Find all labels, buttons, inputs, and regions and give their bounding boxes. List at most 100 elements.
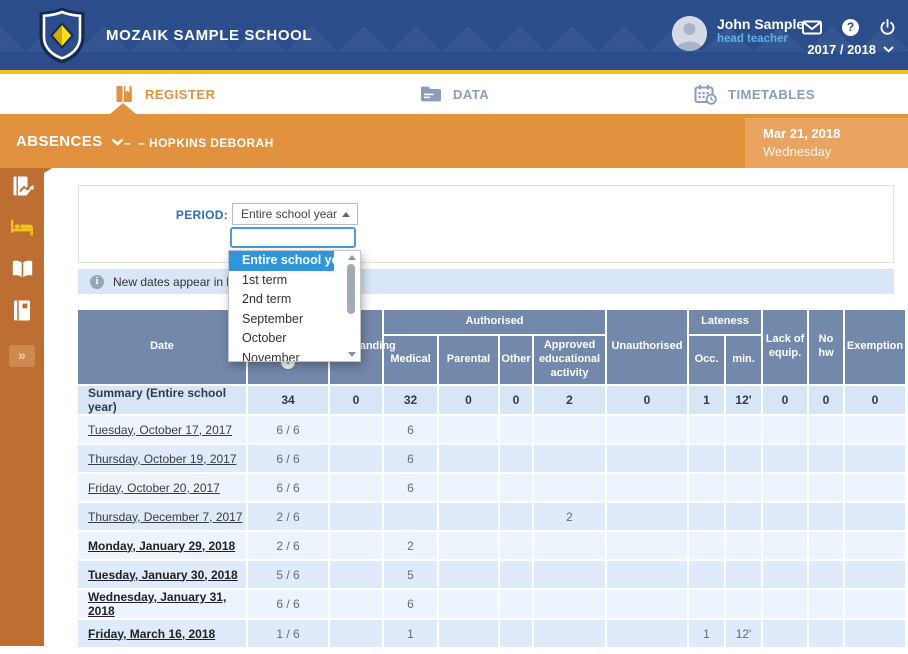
current-date: Mar 21, 2018 [763, 126, 840, 141]
value-cell [607, 590, 687, 618]
col-parental: Parental [439, 336, 498, 384]
school-logo [38, 7, 86, 64]
value-cell [689, 445, 724, 472]
value-cell [330, 532, 382, 559]
date-cell: Monday, January 29, 2018 [78, 532, 246, 559]
period-option[interactable]: Entire school year [229, 251, 334, 271]
scroll-up-icon[interactable] [348, 255, 356, 260]
user-name: John Sample [717, 16, 804, 33]
date-link[interactable]: Friday, March 16, 2018 [88, 627, 215, 641]
period-option[interactable]: 2nd term [229, 290, 334, 310]
value-cell [500, 620, 532, 647]
help-icon[interactable]: ? [842, 19, 859, 36]
absences-menu[interactable]: ABSENCES [16, 133, 124, 150]
value-cell [439, 445, 498, 472]
tab-register-label: REGISTER [145, 86, 215, 102]
tab-data[interactable]: DATA [420, 74, 489, 114]
register-journal-icon[interactable] [0, 175, 44, 204]
value-cell [330, 445, 382, 472]
col-exemption: Exemption [845, 310, 905, 384]
student-name: HOPKINS DEBORAH [149, 136, 274, 150]
date-link[interactable]: Tuesday, January 30, 2018 [88, 568, 238, 582]
value-cell [689, 532, 724, 559]
sidebar-expand-button[interactable]: » [9, 345, 35, 367]
dropdown-scrollbar[interactable] [345, 253, 358, 359]
value-cell: 6 [384, 590, 437, 618]
value-cell: 5 [384, 561, 437, 588]
period-option[interactable]: November [229, 349, 334, 363]
chevron-down-icon [111, 138, 124, 146]
date-cell: Summary (Entire school year) [78, 386, 246, 414]
current-date-panel[interactable]: Mar 21, 2018 Wednesday [745, 118, 908, 168]
value-cell [500, 474, 532, 501]
power-icon[interactable] [879, 19, 896, 36]
value-cell: 12' [726, 620, 761, 647]
current-weekday: Wednesday [763, 144, 831, 159]
value-cell [439, 416, 498, 443]
summary-row: Summary (Entire school year)340320020112… [78, 386, 905, 414]
value-cell [500, 590, 532, 618]
col-lack-of-equip: Lack of equip. [763, 310, 807, 384]
school-name: MOZAIK SAMPLE SCHOOL [106, 27, 312, 44]
value-cell: 6 / 6 [248, 474, 328, 501]
value-cell [330, 620, 382, 647]
period-option[interactable]: September [229, 310, 334, 330]
date-link[interactable]: Tuesday, October 17, 2017 [88, 423, 232, 437]
value-cell [845, 416, 905, 443]
school-year-select[interactable]: 2017 / 2018 [807, 42, 894, 57]
main-tab-bar: REGISTER DATA TIMETABLES [0, 74, 908, 118]
period-select[interactable]: Entire school year [232, 203, 358, 225]
value-cell [500, 503, 532, 530]
value-cell: 0 [763, 386, 807, 414]
col-occ: Occ. [689, 336, 724, 384]
value-cell [607, 561, 687, 588]
period-option[interactable]: October [229, 329, 334, 349]
col-approved: Approved educational activity [534, 336, 605, 384]
period-search-input[interactable] [230, 227, 356, 248]
mail-icon[interactable] [802, 19, 822, 36]
scrollbar-thumb[interactable] [347, 264, 355, 314]
value-cell [439, 561, 498, 588]
value-cell: 0 [809, 386, 843, 414]
period-option[interactable]: 1st term [229, 271, 334, 291]
active-tab-pointer [110, 103, 136, 114]
value-cell [809, 590, 843, 618]
value-cell [330, 561, 382, 588]
scroll-down-icon[interactable] [348, 352, 356, 357]
value-cell [500, 532, 532, 559]
value-cell [763, 561, 807, 588]
table-row: Monday, January 29, 20182 / 62 [78, 532, 905, 559]
absences-bed-icon[interactable] [0, 219, 44, 241]
period-card [78, 185, 894, 263]
value-cell: 0 [607, 386, 687, 414]
user-block[interactable]: John Sample head teacher [672, 16, 804, 51]
value-cell [689, 416, 724, 443]
date-link[interactable]: Thursday, October 19, 2017 [88, 452, 237, 466]
date-cell: Friday, October 20, 2017 [78, 474, 246, 501]
date-cell: Wednesday, January 31, 2018 [78, 590, 246, 618]
value-cell [763, 445, 807, 472]
value-cell: 12' [726, 386, 761, 414]
value-cell [763, 503, 807, 530]
value-cell [607, 474, 687, 501]
value-cell: 0 [845, 386, 905, 414]
date-link[interactable]: Wednesday, January 31, 2018 [88, 590, 226, 618]
value-cell [726, 474, 761, 501]
value-cell [534, 416, 605, 443]
date-link[interactable]: Thursday, December 7, 2017 [88, 510, 243, 524]
tab-timetables[interactable]: TIMETABLES [694, 74, 815, 114]
value-cell: 34 [248, 386, 328, 414]
notebook-icon[interactable] [0, 299, 44, 327]
value-cell [500, 416, 532, 443]
info-icon: i [90, 275, 104, 289]
col-no-hw: No hw [809, 310, 843, 384]
open-book-icon[interactable] [0, 259, 44, 283]
date-link[interactable]: Monday, January 29, 2018 [88, 539, 235, 553]
value-cell [607, 532, 687, 559]
date-link[interactable]: Friday, October 20, 2017 [88, 481, 220, 495]
date-cell: Tuesday, January 30, 2018 [78, 561, 246, 588]
value-cell [689, 561, 724, 588]
value-cell [763, 532, 807, 559]
timetables-calendar-icon [694, 84, 717, 105]
data-folder-icon [420, 85, 442, 103]
